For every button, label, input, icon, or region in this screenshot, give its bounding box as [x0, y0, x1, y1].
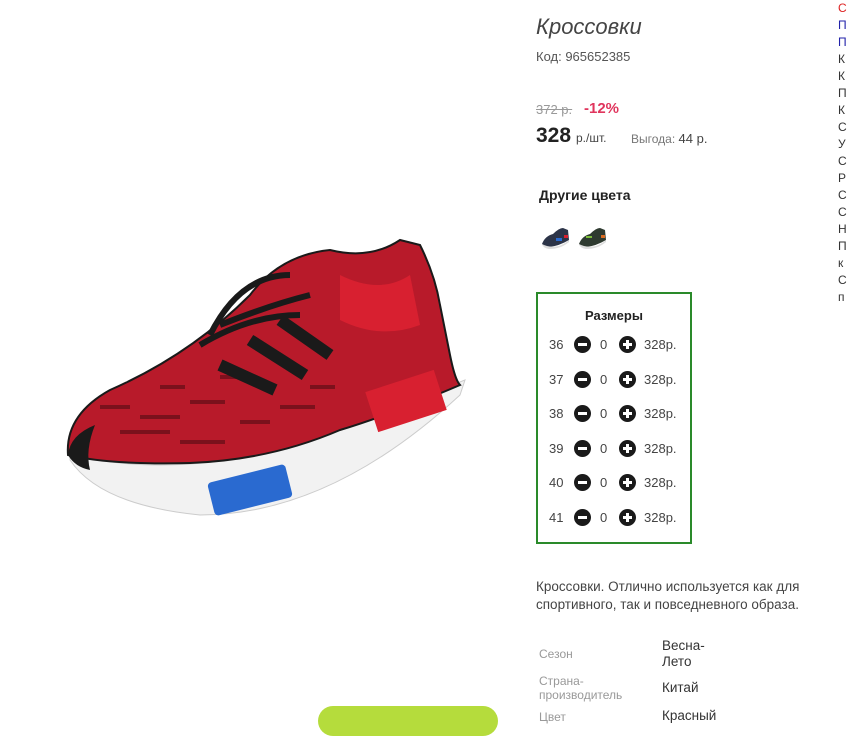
- product-photo: [66, 238, 466, 516]
- right-col-letter: П: [838, 86, 847, 100]
- size-quantity: 0: [600, 406, 608, 421]
- size-row-36: 36 0 328р.: [538, 335, 690, 355]
- size-row-38: 38 0 328р.: [538, 404, 690, 424]
- attr-value-country: Китай: [662, 680, 699, 695]
- size-quantity: 0: [600, 337, 608, 352]
- minus-icon[interactable]: [574, 336, 591, 353]
- size-number: 40: [549, 475, 564, 490]
- size-row-41: 41 0 328р.: [538, 508, 690, 528]
- size-price: 328р.: [644, 510, 677, 525]
- right-col-letter: П: [838, 239, 847, 253]
- add-to-cart-button[interactable]: [318, 706, 498, 736]
- size-price: 328р.: [644, 475, 677, 490]
- other-colors-title: Другие цвета: [539, 187, 631, 203]
- plus-icon[interactable]: [619, 474, 636, 491]
- right-col-letter: Р: [838, 171, 847, 185]
- color-swatch-dark-green[interactable]: [576, 220, 608, 252]
- right-col-letter: С: [838, 188, 847, 202]
- size-number: 38: [549, 406, 564, 421]
- size-row-39: 39 0 328р.: [538, 439, 690, 459]
- right-col-letter: К: [838, 69, 845, 83]
- attr-value-color: Красный: [662, 708, 717, 723]
- minus-icon[interactable]: [574, 405, 591, 422]
- minus-icon[interactable]: [574, 474, 591, 491]
- attr-label-season: Сезон: [539, 647, 573, 661]
- size-price: 328р.: [644, 337, 677, 352]
- color-swatch-dark-blue[interactable]: [539, 220, 571, 252]
- attr-value-season: Весна-Лето: [662, 638, 705, 669]
- plus-icon[interactable]: [619, 371, 636, 388]
- size-quantity: 0: [600, 475, 608, 490]
- size-number: 39: [549, 441, 564, 456]
- plus-icon[interactable]: [619, 509, 636, 526]
- savings: Выгода: 44 р.: [631, 131, 707, 146]
- right-col-letter[interactable]: П: [838, 34, 847, 51]
- right-col-letter: С: [838, 154, 847, 168]
- plus-icon[interactable]: [619, 440, 636, 457]
- right-col-letter: к: [838, 256, 844, 270]
- product-title: Кроссовки: [536, 14, 642, 39]
- right-side-text-column: С П П К К П К С У С Р С С Н П к С п: [838, 0, 847, 306]
- right-col-letter[interactable]: П: [838, 17, 847, 34]
- discount-badge: -12%: [584, 100, 620, 117]
- size-quantity: 0: [600, 372, 608, 387]
- right-col-letter: К: [838, 52, 845, 66]
- size-quantity: 0: [600, 510, 608, 525]
- size-number: 37: [549, 372, 564, 387]
- right-col-letter: К: [838, 103, 845, 117]
- savings-value: 44 р.: [678, 131, 708, 146]
- savings-label: Выгода:: [631, 132, 676, 146]
- minus-icon[interactable]: [574, 440, 591, 457]
- minus-icon[interactable]: [574, 509, 591, 526]
- minus-icon[interactable]: [574, 371, 591, 388]
- sizes-panel: Размеры 36 0 328р. 37 0 328р. 38 0 328р.…: [536, 292, 692, 544]
- current-price: 328: [536, 124, 572, 147]
- attr-label-color: Цвет: [539, 710, 566, 724]
- plus-icon[interactable]: [619, 405, 636, 422]
- size-price: 328р.: [644, 441, 677, 456]
- size-row-37: 37 0 328р.: [538, 370, 690, 390]
- right-col-letter: С: [838, 273, 847, 287]
- size-price: 328р.: [644, 406, 677, 421]
- right-col-letter: С: [838, 205, 847, 219]
- right-col-letter[interactable]: С: [838, 0, 847, 17]
- right-col-letter: Н: [838, 222, 847, 236]
- size-number: 41: [549, 510, 564, 525]
- size-number: 36: [549, 337, 564, 352]
- size-quantity: 0: [600, 441, 608, 456]
- right-col-letter: С: [838, 120, 847, 134]
- price-unit: р./шт.: [576, 131, 607, 145]
- attr-label-country: Страна-производитель: [539, 674, 623, 702]
- plus-icon[interactable]: [619, 336, 636, 353]
- product-description: Кроссовки. Отлично используется как для …: [536, 579, 800, 612]
- sizes-title: Размеры: [585, 308, 643, 323]
- size-row-40: 40 0 328р.: [538, 473, 690, 493]
- product-code: Код: 965652385: [536, 49, 631, 64]
- size-price: 328р.: [644, 372, 677, 387]
- old-price: 372 р.: [536, 102, 573, 117]
- right-col-letter: У: [838, 137, 846, 151]
- right-col-letter: п: [838, 290, 845, 304]
